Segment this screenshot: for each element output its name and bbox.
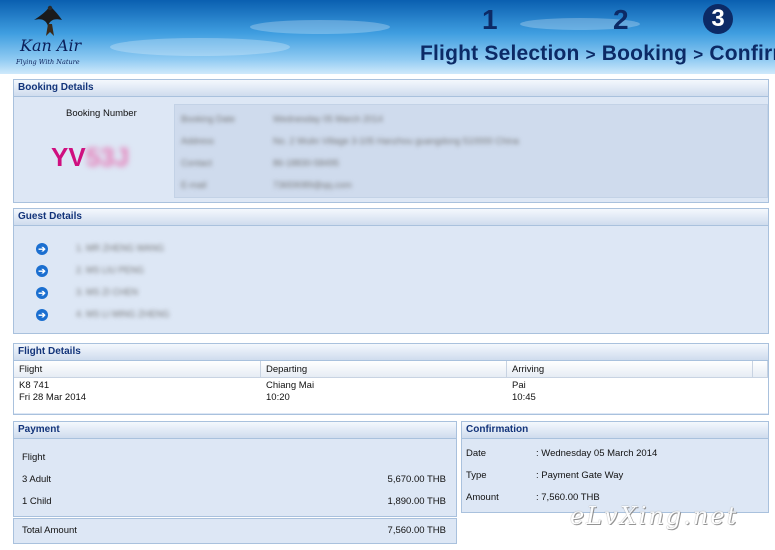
step-separator: >: [693, 45, 704, 64]
departing-cell: Chiang Mai 10:20: [261, 380, 314, 404]
booking-number-label: Booking Number: [66, 108, 137, 119]
departure-time: 10:20: [266, 392, 290, 403]
step-2-number: 2: [613, 4, 629, 35]
confirmation-value-date: : Wednesday 05 March 2014: [536, 448, 658, 459]
confirmation-panel: Confirmation Date : Wednesday 05 March 2…: [461, 421, 769, 513]
column-header-flight: Flight: [14, 361, 261, 378]
guest-name: 1. MR ZHENG WANG: [76, 243, 165, 253]
contact-info-box: Booking Date Wednesday 05 March 2014 Addr…: [174, 104, 768, 198]
confirmation-label-date: Date: [466, 448, 487, 459]
flight-cell: K8 741 Fri 28 Mar 2014: [14, 380, 86, 404]
booking-number-prefix: YV: [51, 142, 86, 172]
payment-panel: Payment Flight 3 Adult 5,670.00 THB 1 Ch…: [13, 421, 457, 517]
arrival-time: 10:45: [512, 392, 536, 403]
contact-value: No. 2 Wulin Village 3-105 Hanzhou guangd…: [273, 136, 519, 146]
step-3-number-active: 3: [703, 4, 733, 34]
step-separator: >: [585, 45, 596, 64]
column-header-spacer: [753, 361, 768, 378]
arriving-cell: Pai 10:45: [507, 380, 536, 404]
contact-key: Contact: [181, 158, 213, 168]
booking-number-value: YV53J: [51, 142, 129, 173]
total-amount-label: Total Amount: [22, 525, 77, 536]
confirmation-label-amount: Amount: [466, 492, 499, 503]
flight-table: Flight Departing Arriving K8 741 Fri 28 M…: [14, 361, 768, 413]
contact-key: Address: [181, 136, 215, 146]
arrow-circle-right-icon: ➔: [36, 243, 48, 255]
arrow-circle-right-icon: ➔: [36, 265, 48, 277]
column-header-departing: Departing: [261, 361, 507, 378]
payment-total-bar: Total Amount 7,560.00 THB: [13, 518, 457, 544]
confirmation-value-type: : Payment Gate Way: [536, 470, 624, 481]
flight-number: K8 741: [19, 380, 50, 391]
column-header-arriving: Arriving: [507, 361, 753, 378]
watermark-text: eLvXing.net: [570, 502, 739, 530]
payment-line-amount: 5,670.00 THB: [387, 474, 446, 485]
guest-name: 2. MS LIU PENG: [76, 265, 145, 275]
payment-line-label: 3 Adult: [22, 474, 52, 485]
logo-tagline: Flying With Nature: [16, 58, 80, 66]
contact-key: Booking Date: [181, 114, 236, 124]
flight-date: Fri 28 Mar 2014: [19, 392, 87, 403]
cloud-decoration: [250, 20, 390, 34]
payment-line-amount: 1,890.00 THB: [387, 496, 446, 507]
contact-value: Wednesday 05 March 2014: [273, 114, 383, 124]
arrow-circle-right-icon: ➔: [36, 287, 48, 299]
step-1-label: Flight Selection: [420, 42, 580, 65]
booking-details-title: Booking Details: [14, 80, 768, 97]
departure-city: Chiang Mai: [266, 380, 315, 391]
step-3-label: Confirm: [709, 42, 775, 65]
guest-name: 3. MS ZI CHEN: [76, 287, 139, 297]
step-progress-labels: Flight Selection > Booking > Confirm: [420, 42, 775, 66]
confirmation-label-type: Type: [466, 470, 487, 481]
step-2-label: Booking: [601, 42, 688, 65]
payment-line-label: 1 Child: [22, 496, 52, 507]
flight-details-panel: Flight Details Flight Departing Arriving…: [13, 343, 769, 415]
arrow-circle-right-icon: ➔: [36, 309, 48, 321]
guest-name: 4. MS LI MING ZHENG: [76, 309, 170, 319]
total-amount-value: 7,560.00 THB: [387, 525, 446, 536]
confirmation-title: Confirmation: [462, 422, 768, 439]
cloud-decoration: [110, 38, 290, 56]
payment-section-label: Flight: [22, 452, 46, 463]
step-1-number: 1: [482, 4, 498, 35]
kan-air-logo[interactable]: Kan Air Flying With Nature: [12, 2, 92, 70]
header-banner: Kan Air Flying With Nature 1 2 3 Flight …: [0, 0, 775, 74]
contact-key: E-mail: [181, 180, 207, 190]
guest-details-panel: Guest Details ➔ 1. MR ZHENG WANG ➔ 2. MS L…: [13, 208, 769, 334]
contact-value: 86-18830-58495: [273, 158, 340, 168]
arrival-city: Pai: [512, 380, 526, 391]
payment-title: Payment: [14, 422, 456, 439]
logo-name: Kan Air: [20, 36, 82, 55]
booking-number-redacted: 53J: [85, 142, 130, 172]
contact-value: 73659089@qq.com: [273, 180, 352, 190]
guest-details-title: Guest Details: [14, 209, 768, 226]
booking-details-panel: Booking Details Booking Number YV53J Boo…: [13, 79, 769, 203]
flight-details-title: Flight Details: [14, 344, 768, 361]
